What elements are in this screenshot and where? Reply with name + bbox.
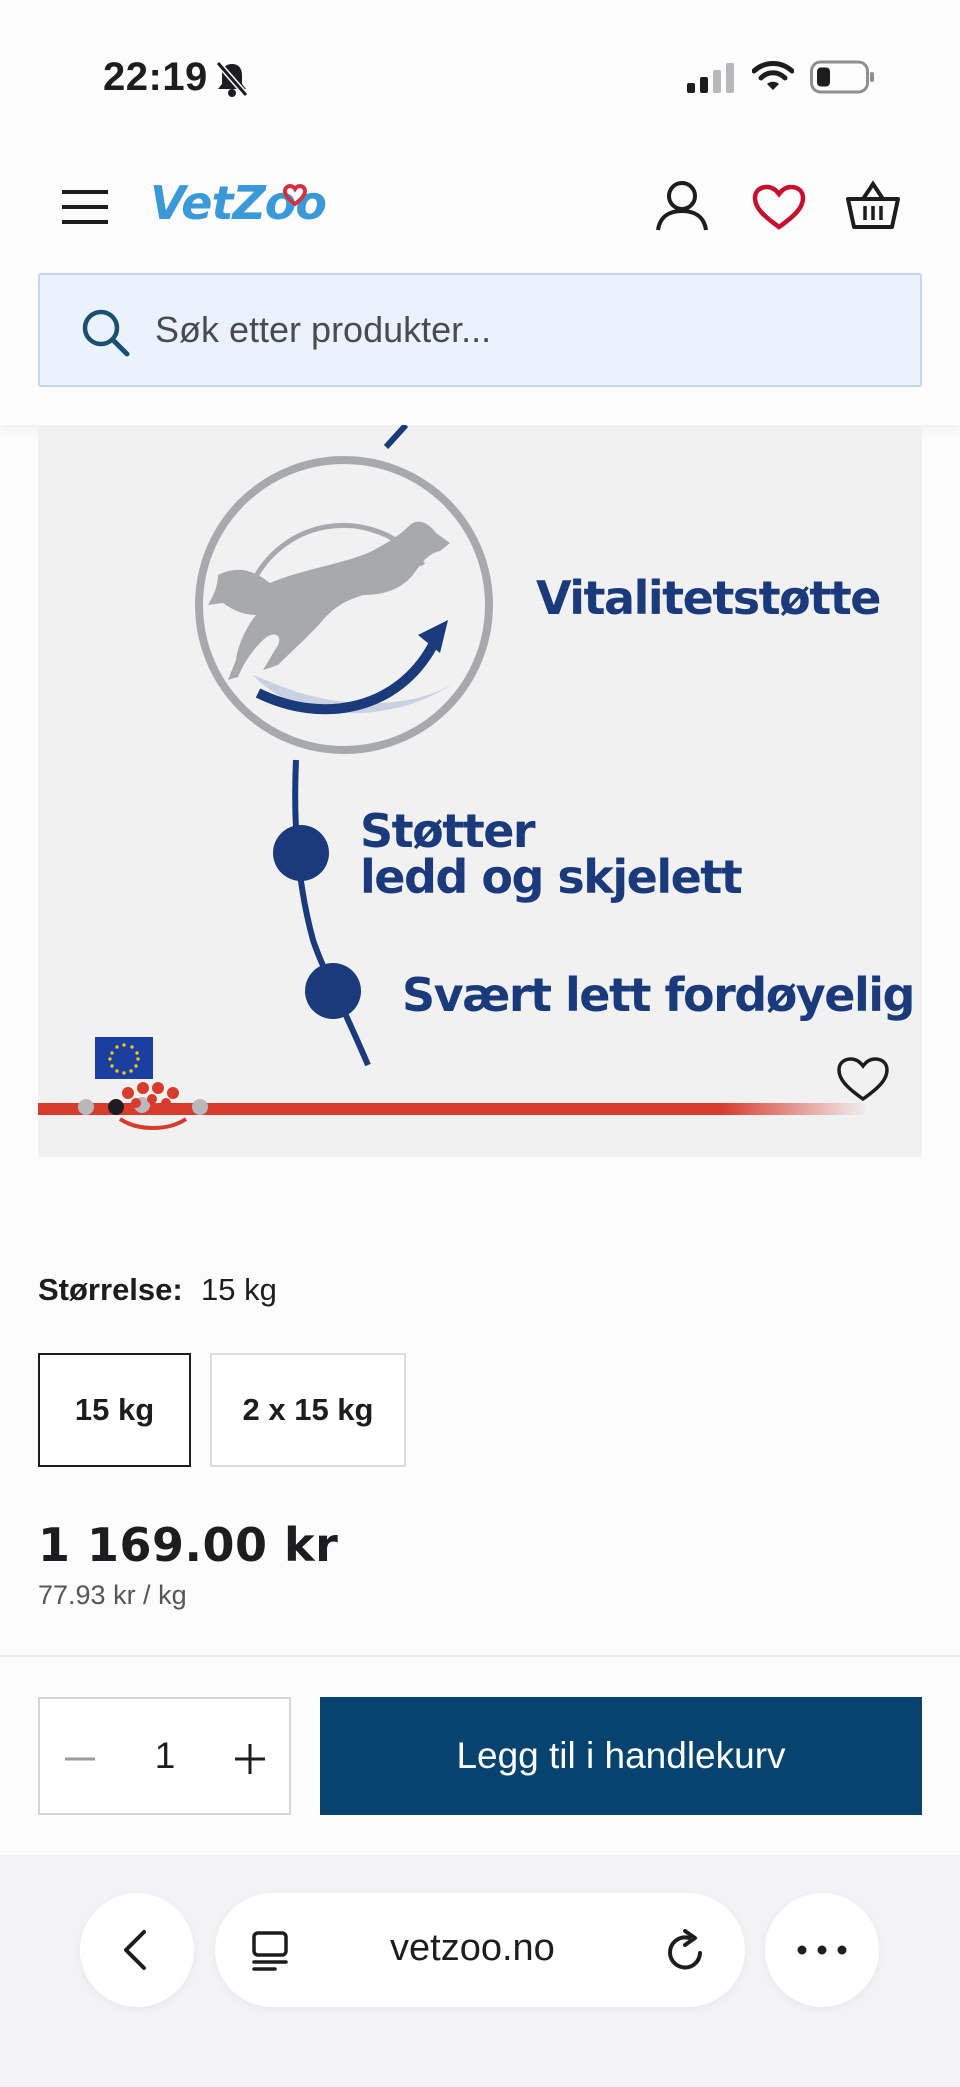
site-header: VetZoo — [0, 140, 960, 425]
search-input[interactable] — [155, 305, 855, 355]
cellular-signal-icon — [687, 63, 734, 93]
bell-muted-icon — [215, 61, 249, 97]
unit-price: 77.93 kr / kg — [38, 1580, 187, 1610]
plus-icon — [235, 1744, 265, 1774]
size-selected-value: 15 kg — [201, 1272, 277, 1307]
browser-toolbar: vetzoo.no — [0, 1855, 960, 2087]
claim-vitality: Vitalitetstøtte — [536, 571, 881, 625]
wishlist-heart-icon[interactable] — [752, 184, 806, 230]
hamburger-menu-icon[interactable] — [62, 188, 108, 226]
product-price: 1 169.00 kr — [38, 1518, 339, 1572]
battery-icon — [810, 60, 874, 94]
size-option-2x15kg[interactable]: 2 x 15 kg — [210, 1353, 406, 1467]
user-account-icon[interactable] — [655, 180, 709, 232]
quantity-decrease-button[interactable] — [60, 1739, 100, 1779]
status-bar: 22:19 — [0, 0, 960, 140]
browser-url[interactable]: vetzoo.no — [390, 1927, 555, 1970]
chevron-left-icon — [124, 1930, 146, 1970]
search-box[interactable] — [38, 273, 922, 387]
add-to-cart-bar: 1 Legg til i handlekurv — [0, 1655, 960, 1855]
more-dots-icon — [797, 1945, 847, 1955]
size-label: Størrelse: — [38, 1272, 183, 1307]
tab-overview-icon — [252, 1931, 288, 1971]
search-icon — [82, 309, 130, 357]
status-time: 22:19 — [103, 55, 208, 99]
logo-heart-icon — [283, 184, 307, 206]
claim-digestible: Svært lett fordøyelig — [402, 968, 915, 1022]
size-option-15kg[interactable]: 15 kg — [38, 1353, 191, 1467]
claim-joints-line-2: ledd og skjelett — [360, 850, 743, 904]
product-image[interactable]: Vitalitetstøtte Støtter ledd og skjelett… — [38, 425, 922, 1157]
quantity-value[interactable]: 1 — [140, 1735, 190, 1777]
add-to-wishlist-icon[interactable] — [836, 1055, 890, 1103]
browser-more-button[interactable] — [765, 1893, 879, 2007]
browser-back-button[interactable] — [80, 1893, 194, 2007]
wifi-icon — [752, 61, 794, 90]
minus-icon — [65, 1757, 95, 1761]
claim-joints: Støtter ledd og skjelett — [360, 804, 743, 904]
shopping-basket-icon[interactable] — [846, 180, 900, 230]
quantity-stepper: 1 — [38, 1697, 291, 1815]
product-illustration — [38, 425, 868, 1130]
browser-address-bar[interactable]: vetzoo.no — [215, 1893, 745, 2007]
claim-joints-line-1: Støtter — [360, 804, 536, 858]
quantity-increase-button[interactable] — [230, 1739, 270, 1779]
add-to-cart-button[interactable]: Legg til i handlekurv — [320, 1697, 922, 1815]
reload-icon[interactable] — [665, 1929, 707, 1973]
